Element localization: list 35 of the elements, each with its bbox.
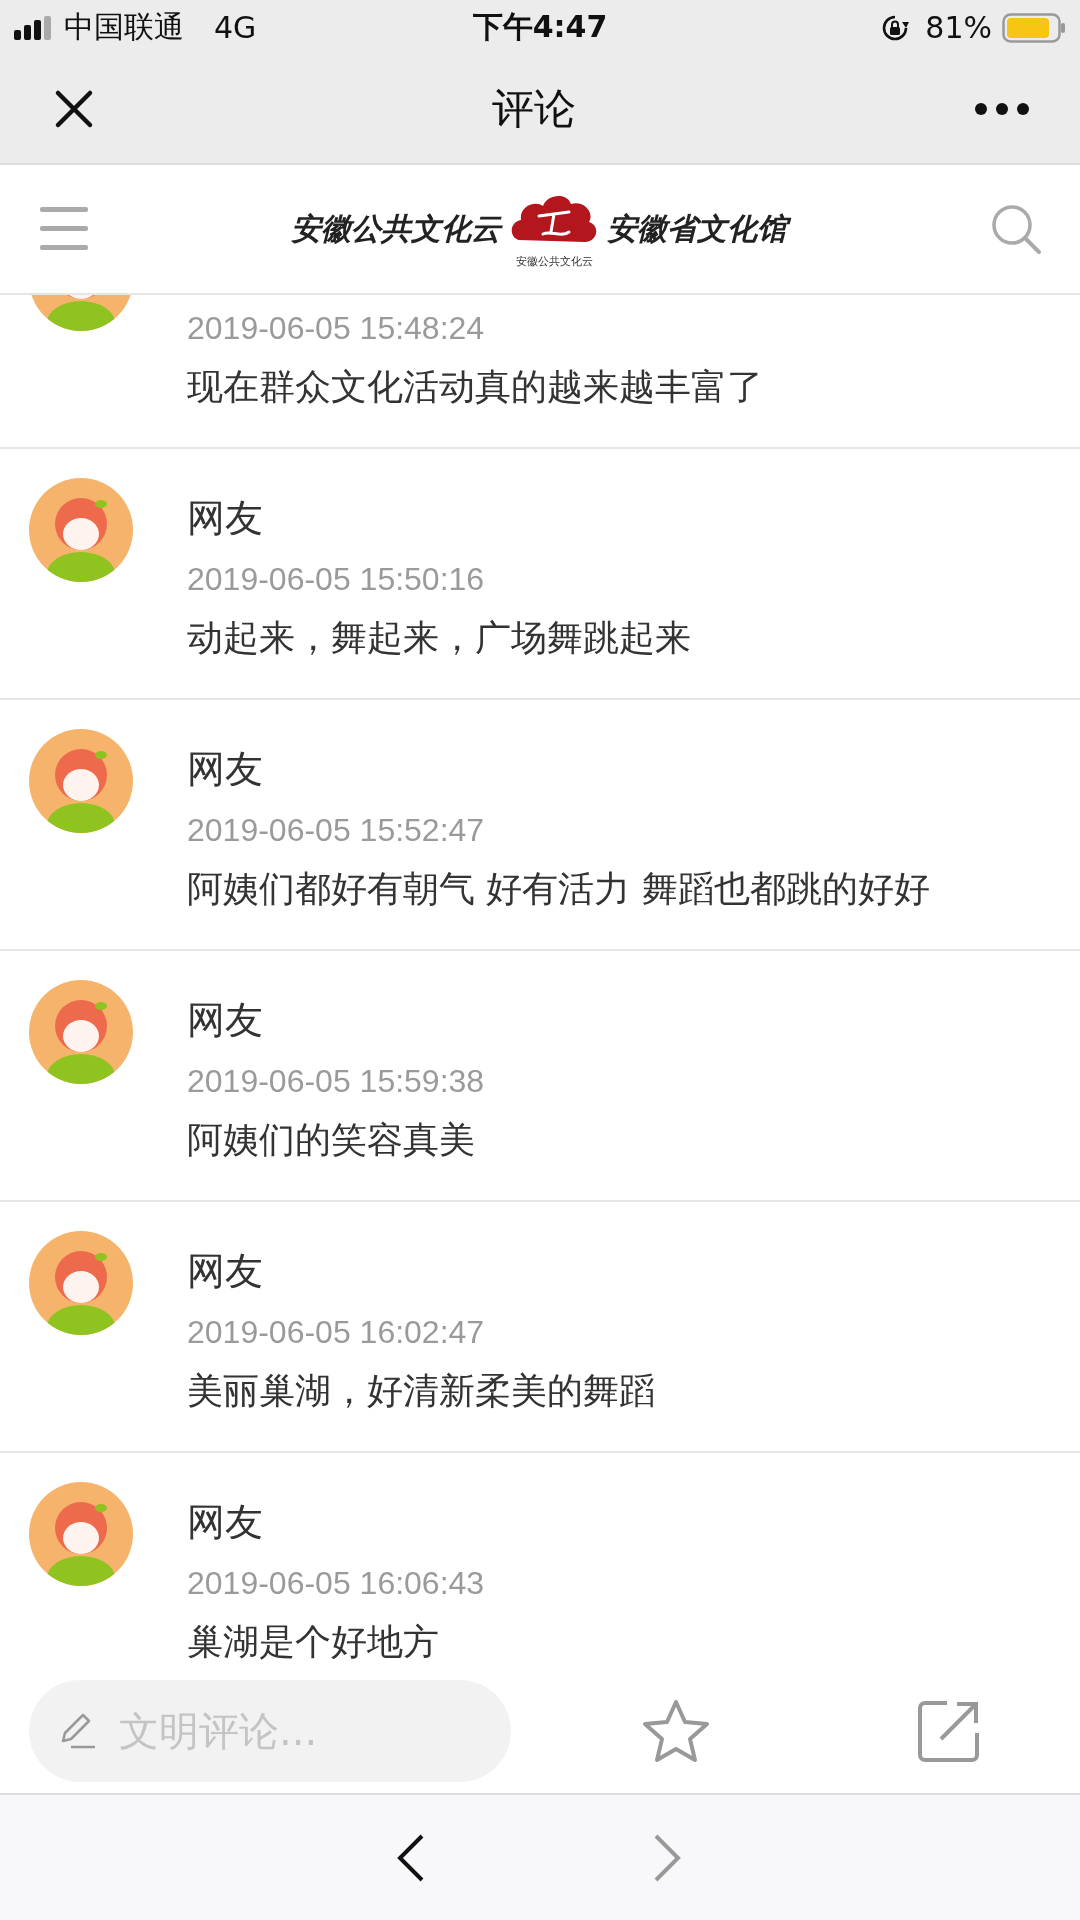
comment-text: 美丽巢湖，好清新柔美的舞蹈 xyxy=(187,1369,655,1413)
more-icon[interactable] xyxy=(974,102,1030,116)
comment-text: 现在群众文化活动真的越来越丰富了 xyxy=(187,365,763,409)
comment-text: 巢湖是个好地方 xyxy=(187,1620,440,1664)
comment-text: 动起来，舞起来，广场舞跳起来 xyxy=(187,616,691,660)
clock-time: 下午4:47 xyxy=(472,8,608,46)
share-icon[interactable] xyxy=(917,1698,981,1763)
comment-time: 2019-06-05 15:59:38 xyxy=(187,1062,485,1101)
signal-icon xyxy=(14,15,54,40)
user-name: 网友 xyxy=(187,997,264,1043)
user-name: 网友 xyxy=(187,1248,264,1294)
menu-icon[interactable] xyxy=(40,207,88,251)
comment-time: 2019-06-05 16:02:47 xyxy=(187,1313,486,1352)
user-name: 网友 xyxy=(187,746,264,792)
comment-time: 2019-06-05 15:50:16 xyxy=(187,560,486,599)
comment-text: 阿姨们都好有朝气 好有活力 舞蹈也都跳的好好 xyxy=(187,867,930,911)
comment-time: 2019-06-05 16:06:43 xyxy=(187,1564,485,1603)
logo-text: 安徽公共文化云 xyxy=(291,209,501,248)
rotation-lock-icon xyxy=(881,13,910,42)
battery-icon xyxy=(1002,12,1066,43)
nav-title: 评论 xyxy=(492,83,576,135)
battery-percent: 81% xyxy=(925,10,992,45)
comment-time: 2019-06-05 15:52:47 xyxy=(187,811,486,850)
search-icon[interactable] xyxy=(990,203,1042,255)
forward-icon[interactable] xyxy=(652,1832,682,1883)
user-name: 网友 xyxy=(187,1499,264,1545)
user-name: 网友 xyxy=(187,495,264,541)
network-type: 4G xyxy=(214,10,257,45)
carrier-name: 中国联通 xyxy=(64,8,184,46)
comment-time: 2019-06-05 15:48:24 xyxy=(187,309,486,348)
comment-text: 阿姨们的笑容真美 xyxy=(187,1118,476,1162)
star-icon[interactable] xyxy=(641,1697,711,1764)
logo-caption: 安徽公共文化云 xyxy=(515,253,593,269)
close-icon[interactable] xyxy=(54,89,94,129)
back-icon[interactable] xyxy=(396,1832,426,1883)
